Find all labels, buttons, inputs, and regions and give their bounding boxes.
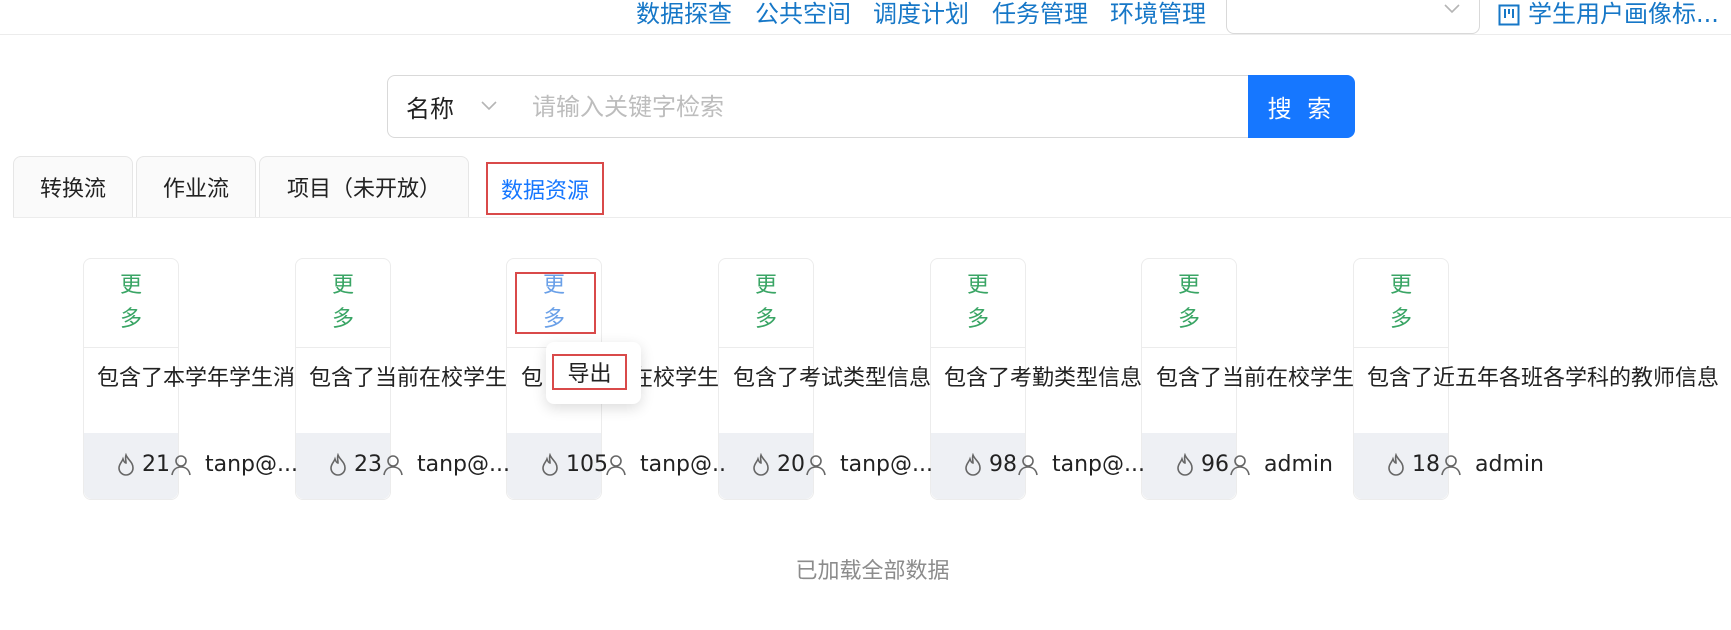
owner: tanp@... — [383, 452, 510, 477]
fire-icon — [965, 452, 981, 476]
chevron-down-icon — [481, 101, 497, 111]
heat-count: 20 — [751, 452, 805, 477]
search-input[interactable] — [514, 75, 1249, 138]
heat-count: 96 — [1175, 452, 1229, 477]
all-loaded-message: 已加载全部数据 — [795, 559, 950, 584]
heat-count-value: 20 — [777, 452, 805, 477]
workspace-select[interactable] — [1226, 0, 1480, 34]
heat-count: 18 — [1386, 452, 1440, 477]
heat-count: 105 — [540, 452, 608, 477]
search-type-value: 名称 — [406, 95, 454, 123]
more-label: 多 — [331, 307, 354, 332]
owner-name: tanp@... — [205, 452, 298, 477]
card-description: 包含了考勤类型信息 — [944, 366, 1143, 391]
more-button[interactable]: 更 多 — [719, 259, 813, 348]
user-icon — [383, 454, 403, 475]
current-project-link[interactable]: 学生用户画像标... — [1498, 0, 1719, 29]
top-navigation: 数据探查 公共空间 调度计划 任务管理 环境管理 学生用户画像标... — [0, 0, 1731, 35]
more-label: 多 — [542, 307, 565, 332]
owner: tanp@... — [171, 452, 298, 477]
more-button[interactable]: 更 多 — [1354, 259, 1448, 348]
owner: admin — [1230, 452, 1333, 477]
more-label: 多 — [1177, 307, 1200, 332]
nav-task-management[interactable]: 任务管理 — [992, 0, 1088, 29]
heat-count-value: 98 — [989, 452, 1017, 477]
nav-schedule-plan[interactable]: 调度计划 — [873, 0, 969, 29]
fire-icon — [753, 452, 769, 476]
fire-icon — [1177, 452, 1193, 476]
user-icon — [171, 454, 191, 475]
heat-count: 98 — [963, 452, 1017, 477]
more-label: 多 — [1389, 307, 1412, 332]
nav-data-explore[interactable]: 数据探查 — [636, 0, 732, 29]
heat-count: 21 — [116, 452, 170, 477]
more-label: 更 — [1389, 273, 1412, 298]
tabs-divider — [13, 217, 1731, 218]
heat-count: 23 — [328, 452, 382, 477]
owner: tanp@.. — [606, 452, 726, 477]
more-label: 多 — [966, 307, 989, 332]
tab-job-flow[interactable]: 作业流 — [136, 156, 256, 217]
card-description: 包含了近五年各班各学科的教师信息 — [1367, 366, 1720, 391]
chevron-down-icon — [1444, 4, 1460, 14]
fire-icon — [1388, 452, 1404, 476]
owner: tanp@... — [1018, 452, 1145, 477]
card-description: 包含了本学年学生消 — [97, 366, 296, 391]
heat-count-value: 18 — [1412, 452, 1440, 477]
more-button[interactable]: 更 多 — [1142, 259, 1236, 348]
more-button[interactable]: 更 多 — [84, 259, 178, 348]
project-icon — [1498, 4, 1520, 25]
owner-name: tanp@... — [840, 452, 933, 477]
fire-icon — [118, 452, 134, 476]
more-button[interactable]: 更 多 — [931, 259, 1025, 348]
card-description: 包 — [521, 366, 544, 391]
tab-data-resources[interactable]: 数据资源 — [486, 162, 604, 215]
owner-name: tanp@.. — [640, 452, 727, 477]
more-dropdown-menu: 导出 — [546, 342, 641, 404]
user-icon — [1441, 454, 1461, 475]
heat-count-value: 21 — [142, 452, 170, 477]
project-name: 学生用户画像标... — [1528, 0, 1719, 28]
heat-count-value: 23 — [354, 452, 382, 477]
export-menu-item[interactable]: 导出 — [552, 354, 627, 390]
owner: tanp@... — [806, 452, 933, 477]
user-icon — [606, 454, 626, 475]
tab-project[interactable]: 项目（未开放） — [259, 156, 469, 217]
card-description-tail: 在校学生 — [631, 366, 720, 391]
owner-name: admin — [1475, 452, 1544, 477]
more-label: 多 — [119, 307, 142, 332]
search-button[interactable]: 搜 索 — [1248, 75, 1355, 138]
fire-icon — [542, 452, 558, 476]
nav-public-space[interactable]: 公共空间 — [755, 0, 851, 29]
heat-count-value: 96 — [1201, 452, 1229, 477]
more-label: 更 — [119, 273, 142, 298]
more-button[interactable]: 更 多 — [507, 259, 601, 348]
owner-name: tanp@... — [417, 452, 510, 477]
more-label: 多 — [754, 307, 777, 332]
tab-transform-flow[interactable]: 转换流 — [13, 156, 133, 217]
owner-name: tanp@... — [1052, 452, 1145, 477]
more-label: 更 — [1177, 273, 1200, 298]
owner: admin — [1441, 452, 1544, 477]
more-label: 更 — [331, 273, 354, 298]
more-label: 更 — [542, 273, 565, 298]
user-icon — [1230, 454, 1250, 475]
card-description: 包含了当前在校学生 — [1156, 366, 1355, 391]
more-button[interactable]: 更 多 — [296, 259, 390, 348]
search-type-select[interactable]: 名称 — [387, 75, 515, 138]
card-description: 包含了当前在校学生 — [309, 366, 508, 391]
more-label: 更 — [754, 273, 777, 298]
user-icon — [806, 454, 826, 475]
fire-icon — [330, 452, 346, 476]
more-label: 更 — [966, 273, 989, 298]
card-description: 包含了考试类型信息 — [733, 366, 932, 391]
owner-name: admin — [1264, 452, 1333, 477]
user-icon — [1018, 454, 1038, 475]
nav-environment-management[interactable]: 环境管理 — [1110, 0, 1206, 29]
heat-count-value: 105 — [566, 452, 608, 477]
